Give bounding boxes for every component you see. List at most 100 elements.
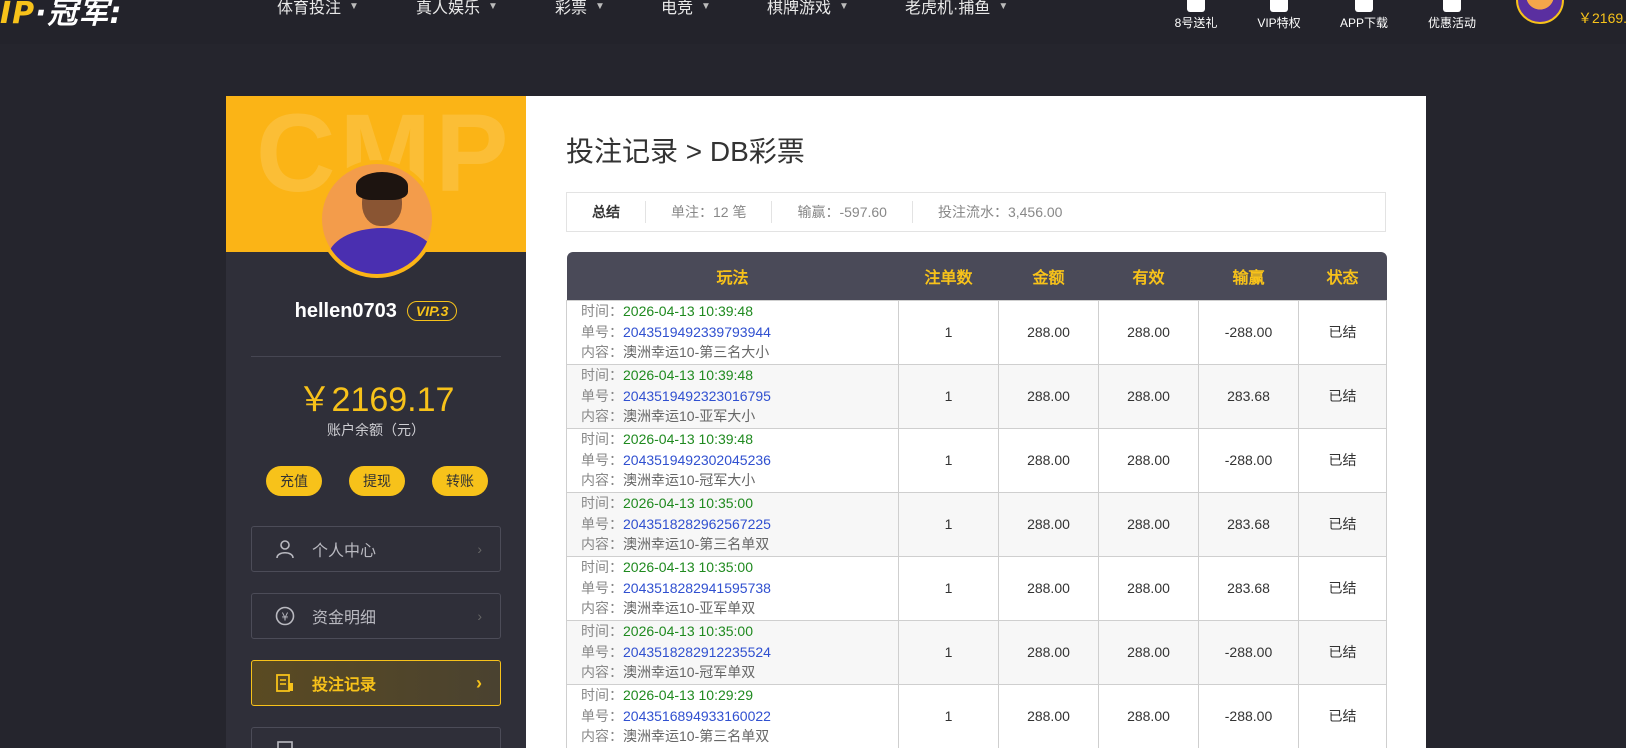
bet-valid-amount: 288.00 xyxy=(1098,299,1199,365)
bet-records-table: 玩法 注单数 金额 有效 输赢 状态 时间：2026-04-13 10:39:4… xyxy=(566,252,1387,748)
bet-content: 澳洲幸运10-亚军单双 xyxy=(623,600,756,617)
chevron-down-icon: ▼ xyxy=(488,0,498,12)
site-logo[interactable]: IP·冠军: xyxy=(0,0,123,31)
bet-amount: 288.00 xyxy=(998,299,1099,365)
column-header-win-loss: 输赢 xyxy=(1198,252,1299,300)
bet-status: 已结 xyxy=(1298,363,1387,429)
chevron-down-icon: ▼ xyxy=(839,0,849,12)
bet-time-line: 时间：2026-04-13 10:39:48 xyxy=(581,367,753,384)
nav-slots-fishing[interactable]: 老虎机·捕鱼 ▼ xyxy=(905,0,1009,17)
table-header-row: 玩法 注单数 金额 有效 输赢 状态 xyxy=(566,252,1387,300)
bet-order-number[interactable]: 2043519492302045236 xyxy=(623,452,771,468)
play-cell: 时间：2026-04-13 10:39:48 单号：20435194923230… xyxy=(566,363,899,429)
document-icon xyxy=(274,739,296,748)
nav-live-casino[interactable]: 真人娱乐 ▼ xyxy=(416,0,498,17)
bet-amount: 288.00 xyxy=(998,555,1099,621)
chevron-right-icon: › xyxy=(476,672,482,693)
bet-order-line: 单号：2043519492302045236 xyxy=(581,451,771,468)
bet-time-line: 时间：2026-04-13 10:35:00 xyxy=(581,623,753,640)
gift-icon xyxy=(1187,0,1205,12)
promo-icon xyxy=(1443,0,1461,12)
summary-turnover: 投注流水：3,456.00 xyxy=(937,204,1063,220)
bet-win-loss: -288.00 xyxy=(1198,299,1299,365)
svg-text:¥: ¥ xyxy=(282,611,289,624)
nav-app-download[interactable]: APP下载 xyxy=(1324,0,1404,40)
bet-content-line: 内容：澳洲幸运10-冠军大小 xyxy=(581,472,756,489)
withdraw-button[interactable]: 提现 xyxy=(349,466,405,496)
account-sidebar: CMP hellen0703 VIP.3 ￥2169.17 账户余额（元） 充值… xyxy=(226,96,526,748)
chevron-down-icon: ▼ xyxy=(998,0,1009,12)
chevron-down-icon: ▼ xyxy=(595,0,605,12)
table-row: 时间：2026-04-13 10:39:48 单号：20435194923230… xyxy=(566,363,1387,429)
nav-card-games[interactable]: 棋牌游戏 ▼ xyxy=(767,0,849,17)
header-balance: ￥2169. xyxy=(1578,10,1626,26)
bet-content: 澳洲幸运10-第三名单双 xyxy=(623,728,770,745)
user-info: hellen0703 VIP.3 xyxy=(226,296,526,326)
balance-label: 账户余额（元） xyxy=(327,422,425,438)
bet-time-line: 时间：2026-04-13 10:39:48 xyxy=(581,303,753,320)
play-cell: 时间：2026-04-13 10:29:29 单号：20435168949331… xyxy=(566,683,899,748)
nav-gift-8th[interactable]: 8号送礼 xyxy=(1156,0,1236,40)
bet-content-line: 内容：澳洲幸运10-第三名单双 xyxy=(581,536,770,553)
bet-count: 1 xyxy=(898,363,999,429)
transfer-button[interactable]: 转账 xyxy=(432,466,488,496)
chevron-down-icon: ▼ xyxy=(701,0,711,12)
bet-content-line: 内容：澳洲幸运10-第三名单双 xyxy=(581,728,770,745)
nav-promotions[interactable]: 优惠活动 xyxy=(1412,0,1492,40)
sidebar-item-next[interactable] xyxy=(251,727,501,748)
nav-lottery[interactable]: 彩票 ▼ xyxy=(555,0,605,17)
deposit-button[interactable]: 充值 xyxy=(266,466,322,496)
bet-order-line: 单号：2043518282912235524 xyxy=(581,643,771,660)
bet-amount: 288.00 xyxy=(998,363,1099,429)
bet-record-icon xyxy=(274,672,296,694)
bet-win-loss: -288.00 xyxy=(1198,427,1299,493)
column-header-valid: 有效 xyxy=(1098,252,1199,300)
column-header-status: 状态 xyxy=(1298,252,1387,300)
bet-order-number[interactable]: 2043519492339793944 xyxy=(623,324,771,340)
header-avatar[interactable] xyxy=(1516,0,1564,24)
bet-valid-amount: 288.00 xyxy=(1098,619,1199,685)
bet-time: 2026-04-13 10:39:48 xyxy=(623,367,753,384)
bet-order-number[interactable]: 2043518282912235524 xyxy=(623,644,771,660)
bet-count: 1 xyxy=(898,299,999,365)
bet-win-loss: -288.00 xyxy=(1198,619,1299,685)
chevron-right-icon: › xyxy=(477,541,482,557)
bet-time-line: 时间：2026-04-13 10:35:00 xyxy=(581,495,753,512)
bet-order-number[interactable]: 2043518282941595738 xyxy=(623,580,771,596)
bet-order-number[interactable]: 2043519492323016795 xyxy=(623,388,771,404)
table-row: 时间：2026-04-13 10:29:29 单号：20435168949331… xyxy=(566,683,1387,748)
vip-badge: VIP.3 xyxy=(406,301,458,321)
bet-order-number[interactable]: 2043518282962567225 xyxy=(623,516,771,532)
nav-sports[interactable]: 体育投注 ▼ xyxy=(277,0,359,17)
top-navbar: IP·冠军: 体育投注 ▼ 真人娱乐 ▼ 彩票 ▼ 电竞 ▼ 棋牌游戏 ▼ 老虎机·捕鱼 ▼… xyxy=(0,0,1626,44)
bet-content: 澳洲幸运10-第三名单双 xyxy=(623,536,770,553)
bet-content-line: 内容：澳洲幸运10-亚军大小 xyxy=(581,408,756,425)
sidebar-item-label: 个人中心 xyxy=(312,543,377,560)
column-header-amount: 金额 xyxy=(998,252,1099,300)
bet-time-line: 时间：2026-04-13 10:29:29 xyxy=(581,687,753,704)
bet-status: 已结 xyxy=(1298,299,1387,365)
bet-time: 2026-04-13 10:35:00 xyxy=(623,623,753,640)
chevron-down-icon: ▼ xyxy=(349,0,359,12)
bet-order-number[interactable]: 2043516894933160022 xyxy=(623,708,771,724)
nav-vip-privilege[interactable]: VIP特权 xyxy=(1239,0,1319,40)
nav-esports[interactable]: 电竞 ▼ xyxy=(661,0,711,17)
summary-heading: 总结 xyxy=(567,201,646,223)
wallet-actions: 充值 提现 转账 xyxy=(266,466,488,496)
bet-order-line: 单号：2043516894933160022 xyxy=(581,707,771,724)
sidebar-item-fund-details[interactable]: ¥ 资金明细 › xyxy=(251,593,501,639)
bet-order-line: 单号：2043518282941595738 xyxy=(581,579,771,596)
user-icon xyxy=(274,538,296,560)
sidebar-item-label: 资金明细 xyxy=(312,610,377,627)
phone-icon xyxy=(1355,0,1373,12)
bet-count: 1 xyxy=(898,555,999,621)
play-cell: 时间：2026-04-13 10:35:00 单号：20435182829122… xyxy=(566,619,899,685)
avatar[interactable] xyxy=(318,160,436,278)
table-row: 时间：2026-04-13 10:39:48 单号：20435194923397… xyxy=(566,299,1387,365)
sidebar-item-personal-center[interactable]: 个人中心 › xyxy=(251,526,501,572)
sidebar-item-bet-records[interactable]: 投注记录 › xyxy=(251,660,501,706)
bet-time: 2026-04-13 10:35:00 xyxy=(623,559,753,576)
chevron-right-icon: › xyxy=(477,608,482,624)
bet-time-line: 时间：2026-04-13 10:35:00 xyxy=(581,559,753,576)
bet-order-line: 单号：2043518282962567225 xyxy=(581,515,771,532)
